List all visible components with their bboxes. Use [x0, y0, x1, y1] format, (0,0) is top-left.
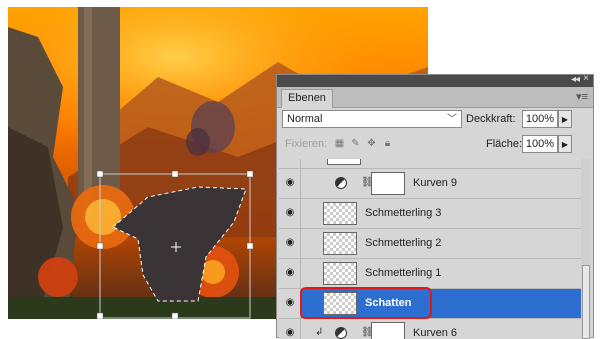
panel-tab-row: Ebenen ▾≡: [277, 87, 593, 108]
visibility-cell[interactable]: ◉: [279, 169, 301, 198]
chevron-down-icon: ﹀: [447, 114, 457, 125]
curves-adjustment-icon: [335, 327, 347, 339]
layer-thumbnail: [323, 262, 357, 285]
scrollbar-thumb[interactable]: [582, 265, 590, 339]
lock-row: Fixieren: ▦ ✎ ✥ 🔒︎ Fläche: 100% ▶: [282, 135, 586, 155]
collapse-icon[interactable]: ◂◂: [571, 74, 580, 85]
eye-icon[interactable]: ◉: [283, 298, 297, 308]
layer-name: Kurven 9: [413, 177, 458, 189]
layer-row[interactable]: ◉ Schmetterling 3: [279, 199, 581, 229]
layer-mask-thumbnail[interactable]: [371, 322, 405, 339]
visibility-cell[interactable]: ◉: [279, 259, 301, 288]
eye-icon[interactable]: ◉: [283, 328, 297, 338]
layers-scrollbar[interactable]: [581, 159, 591, 339]
eye-icon[interactable]: ◉: [283, 178, 297, 188]
layer-row[interactable]: ◉ Schmetterling 2: [279, 229, 581, 259]
opacity-input[interactable]: 100%: [522, 110, 558, 128]
highlight-annotation: [300, 287, 432, 319]
layer-row[interactable]: ◉ ↲ ⛓ Kurven 6: [279, 319, 581, 339]
visibility-cell[interactable]: ◉: [279, 229, 301, 258]
layer-name: Kurven 6: [413, 327, 458, 339]
layer-name: Schmetterling 1: [365, 267, 442, 279]
fill-input[interactable]: 100%: [522, 135, 558, 153]
layer-thumbnail: [327, 159, 361, 165]
curves-adjustment-icon: [335, 177, 347, 189]
layer-row-partial[interactable]: [279, 159, 581, 169]
panel-titlebar: ◂◂ ×: [277, 73, 593, 87]
layer-name: Schmetterling 2: [365, 237, 442, 249]
panel-menu-icon[interactable]: ▾≡: [576, 90, 588, 103]
close-icon[interactable]: ×: [583, 73, 589, 84]
lock-position-icon[interactable]: ✥: [366, 138, 377, 149]
lock-image-icon[interactable]: ✎: [350, 138, 361, 149]
layer-thumbnail: [323, 202, 357, 225]
lock-all-icon[interactable]: 🔒︎: [382, 138, 393, 149]
blend-mode-value: Normal: [287, 113, 323, 125]
visibility-cell[interactable]: ◉: [279, 199, 301, 228]
eye-icon[interactable]: ◉: [283, 238, 297, 248]
visibility-cell[interactable]: ◉: [279, 289, 301, 318]
opacity-arrow-button[interactable]: ▶: [558, 110, 572, 128]
eye-icon[interactable]: ◉: [283, 268, 297, 278]
clipping-arrow-icon: ↲: [315, 327, 324, 338]
layer-thumbnail: [323, 232, 357, 255]
eye-icon[interactable]: ◉: [283, 208, 297, 218]
link-icon[interactable]: ⛓: [361, 327, 374, 339]
fill-label: Fläche:: [486, 138, 523, 150]
opacity-label: Deckkraft:: [466, 113, 516, 125]
visibility-cell[interactable]: ◉: [279, 319, 301, 339]
tab-layers[interactable]: Ebenen: [281, 89, 333, 108]
layer-row[interactable]: ◉ Schmetterling 1: [279, 259, 581, 289]
lock-transparency-icon[interactable]: ▦: [334, 138, 345, 149]
blend-row: Normal ﹀ Deckkraft: 100% ▶: [282, 110, 586, 130]
visibility-cell[interactable]: [279, 159, 301, 168]
fill-arrow-button[interactable]: ▶: [558, 135, 572, 153]
blend-mode-select[interactable]: Normal ﹀: [282, 110, 462, 128]
layer-mask-thumbnail[interactable]: [371, 172, 405, 195]
layer-name: Schmetterling 3: [365, 207, 442, 219]
link-icon[interactable]: ⛓: [361, 177, 374, 190]
layer-row[interactable]: ◉ ⛓ Kurven 9: [279, 169, 581, 199]
lock-label: Fixieren:: [285, 138, 328, 150]
